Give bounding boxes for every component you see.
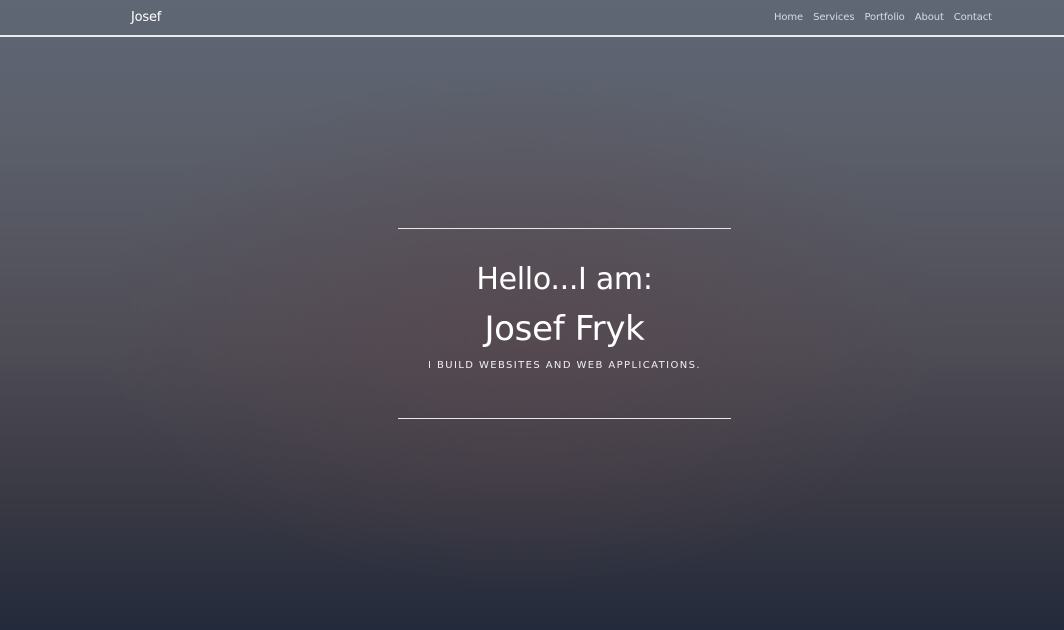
top-navbar: Josef Home Services Portfolio About Cont… [0, 0, 1064, 37]
nav-link-portfolio[interactable]: Portfolio [864, 12, 904, 23]
hero-tagline: I BUILD WEBSITES AND WEB APPLICATIONS. [428, 360, 701, 371]
nav-links: Home Services Portfolio About Contact [774, 12, 992, 23]
hero-bottom-divider [398, 418, 731, 419]
hero-greeting: Hello...I am: [476, 262, 653, 297]
brand-link[interactable]: Josef [131, 10, 161, 25]
hero-top-divider [398, 228, 731, 229]
nav-link-home[interactable]: Home [774, 12, 803, 23]
nav-link-services[interactable]: Services [813, 12, 854, 23]
nav-link-contact[interactable]: Contact [954, 12, 992, 23]
hero-name: Josef Fryk [484, 309, 645, 349]
nav-link-about[interactable]: About [915, 12, 944, 23]
